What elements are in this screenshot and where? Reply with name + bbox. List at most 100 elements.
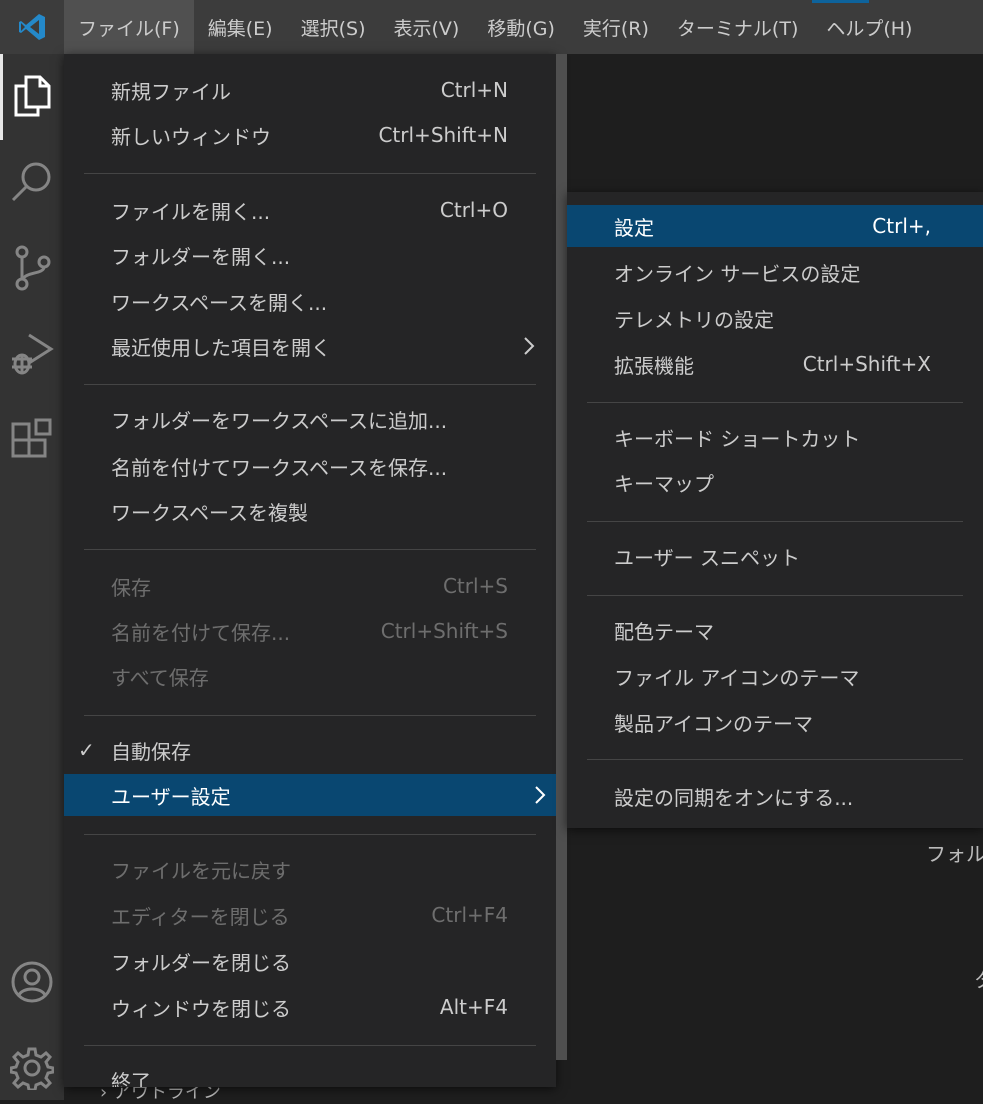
activity-bar <box>0 54 64 1100</box>
open-file-shortcut: Ctrl+O <box>439 198 508 222</box>
menu-item-keyboard-shortcuts[interactable]: キーボード ショートカット <box>567 416 983 458</box>
menu-item-turn-on-settings-sync[interactable]: 設定の同期をオンにする... <box>567 775 983 817</box>
checkmark-icon: ✓ <box>78 738 95 762</box>
menu-separator <box>587 595 963 596</box>
extensions-shortcut: Ctrl+Shift+X <box>802 352 931 376</box>
menu-item-color-theme[interactable]: 配色テーマ <box>567 609 983 651</box>
menu-separator <box>587 521 963 522</box>
product-icon-theme-label: 製品アイコンのテーマ <box>614 711 813 736</box>
menu-item-revert-file[interactable]: ファイルを元に戻す <box>64 848 556 890</box>
menu-item-online-services-settings[interactable]: オンライン サービスの設定 <box>567 251 983 293</box>
menu-scrollbar[interactable] <box>556 54 567 1060</box>
save-as-shortcut: Ctrl+Shift+S <box>380 619 508 643</box>
add-folder-label: フォルダーをワークスペースに追加... <box>111 408 448 433</box>
menu-item-save-as[interactable]: 名前を付けて保存... Ctrl+Shift+S <box>64 610 556 652</box>
explorer-icon[interactable] <box>0 64 64 128</box>
source-control-icon[interactable] <box>0 236 64 300</box>
keymaps-label: キーマップ <box>614 471 714 496</box>
menu-separator <box>587 759 963 760</box>
settings-shortcut: Ctrl+, <box>872 214 931 238</box>
open-file-label: ファイルを開く... <box>111 199 271 224</box>
menu-item-add-folder-to-workspace[interactable]: フォルダーをワークスペースに追加... <box>64 398 556 440</box>
exit-label: 終了 <box>111 1070 151 1087</box>
close-folder-label: フォルダーを閉じる <box>111 950 291 975</box>
save-label: 保存 <box>111 575 151 600</box>
menu-item-save-all[interactable]: すべて保存 <box>64 655 556 697</box>
menu-item-duplicate-workspace[interactable]: ワークスペースを複製 <box>64 490 556 532</box>
menu-item-settings[interactable]: 設定 Ctrl+, <box>567 205 983 247</box>
menu-item-telemetry-settings[interactable]: テレメトリの設定 <box>567 297 983 339</box>
menu-item-open-recent[interactable]: 最近使用した項目を開く <box>64 325 556 367</box>
save-as-label: 名前を付けて保存... <box>111 620 291 645</box>
menu-item-auto-save[interactable]: ✓ 自動保存 <box>64 729 556 771</box>
menu-selection[interactable]: 選択(S) <box>287 0 380 54</box>
menu-run[interactable]: 実行(R) <box>569 0 663 54</box>
menu-item-open-workspace[interactable]: ワークスペースを開く... <box>64 280 556 322</box>
menu-separator <box>84 549 536 550</box>
menu-edit[interactable]: 編集(E) <box>194 0 287 54</box>
menu-item-user-snippets[interactable]: ユーザー スニペット <box>567 535 983 577</box>
extensions-icon[interactable] <box>0 408 64 472</box>
menu-terminal[interactable]: ターミナル(T) <box>663 0 812 54</box>
revert-file-label: ファイルを元に戻す <box>111 858 291 883</box>
file-menu: 新規ファイル Ctrl+N 新しいウィンドウ Ctrl+Shift+N ファイル… <box>64 54 567 1087</box>
menu-separator <box>84 384 536 385</box>
menu-item-close-folder[interactable]: フォルダーを閉じる <box>64 940 556 982</box>
menu-separator <box>587 402 963 403</box>
menu-item-product-icon-theme[interactable]: 製品アイコンのテーマ <box>567 701 983 743</box>
menu-item-extensions[interactable]: 拡張機能 Ctrl+Shift+X <box>567 343 983 385</box>
keyboard-shortcuts-label: キーボード ショートカット <box>614 426 861 451</box>
account-icon[interactable] <box>0 950 64 1014</box>
save-shortcut: Ctrl+S <box>442 574 508 598</box>
chevron-right-icon <box>533 783 547 812</box>
open-recent-label: 最近使用した項目を開く <box>111 335 331 360</box>
new-window-shortcut: Ctrl+Shift+N <box>378 123 508 147</box>
new-file-shortcut: Ctrl+N <box>440 78 508 102</box>
close-editor-shortcut: Ctrl+F4 <box>431 903 508 927</box>
menu-view[interactable]: 表示(V) <box>380 0 474 54</box>
menu-item-save-workspace-as[interactable]: 名前を付けてワークスペースを保存... <box>64 445 556 487</box>
close-window-shortcut: Alt+F4 <box>439 995 508 1019</box>
menu-item-save[interactable]: 保存 Ctrl+S <box>64 565 556 607</box>
new-file-label: 新規ファイル <box>111 79 231 104</box>
menu-item-close-window[interactable]: ウィンドウを閉じる Alt+F4 <box>64 986 556 1028</box>
settings-sync-label: 設定の同期をオンにする... <box>614 785 854 810</box>
duplicate-workspace-label: ワークスペースを複製 <box>111 500 308 525</box>
menu-file[interactable]: ファイル(F) <box>64 0 194 54</box>
close-editor-label: エディターを閉じる <box>111 904 290 929</box>
menu-item-close-editor[interactable]: エディターを閉じる Ctrl+F4 <box>64 894 556 936</box>
menu-item-new-file[interactable]: 新規ファイル Ctrl+N <box>64 69 556 111</box>
new-window-label: 新しいウィンドウ <box>111 124 271 149</box>
run-debug-icon[interactable] <box>0 322 64 386</box>
menu-item-preferences[interactable]: ユーザー設定 <box>64 774 567 816</box>
save-workspace-as-label: 名前を付けてワークスペースを保存... <box>111 455 448 480</box>
settings-label: 設定 <box>614 215 654 240</box>
online-services-label: オンライン サービスの設定 <box>614 261 861 286</box>
user-snippets-label: ユーザー スニペット <box>614 545 800 570</box>
color-theme-label: 配色テーマ <box>614 619 714 644</box>
menu-go[interactable]: 移動(G) <box>473 0 569 54</box>
auto-save-label: 自動保存 <box>111 739 191 764</box>
welcome-partial-char: タ <box>974 964 983 993</box>
close-window-label: ウィンドウを閉じる <box>111 996 291 1021</box>
search-icon[interactable] <box>0 150 64 214</box>
menu-help[interactable]: ヘルプ(H) <box>812 0 926 54</box>
preferences-label: ユーザー設定 <box>111 784 231 809</box>
title-bar: ファイル(F) 編集(E) 選択(S) 表示(V) 移動(G) 実行(R) ター… <box>0 0 983 54</box>
extensions-label: 拡張機能 <box>614 353 694 378</box>
menu-separator <box>84 1045 536 1046</box>
menu-item-open-folder[interactable]: フォルダーを開く... <box>64 234 556 276</box>
vscode-logo-icon <box>0 0 64 54</box>
save-all-label: すべて保存 <box>111 665 209 690</box>
menu-item-exit[interactable]: 終了 <box>64 1058 556 1087</box>
telemetry-label: テレメトリの設定 <box>614 307 774 332</box>
menu-item-file-icon-theme[interactable]: ファイル アイコンのテーマ <box>567 655 983 697</box>
menu-item-open-file[interactable]: ファイルを開く... Ctrl+O <box>64 189 556 231</box>
file-icon-theme-label: ファイル アイコンのテーマ <box>614 665 860 690</box>
welcome-folder-text: フォル <box>926 842 983 866</box>
manage-gear-icon[interactable] <box>0 1036 64 1100</box>
active-view-indicator <box>0 54 3 140</box>
menu-item-keymaps[interactable]: キーマップ <box>567 461 983 503</box>
menu-item-new-window[interactable]: 新しいウィンドウ Ctrl+Shift+N <box>64 114 556 156</box>
menu-separator <box>84 834 536 835</box>
